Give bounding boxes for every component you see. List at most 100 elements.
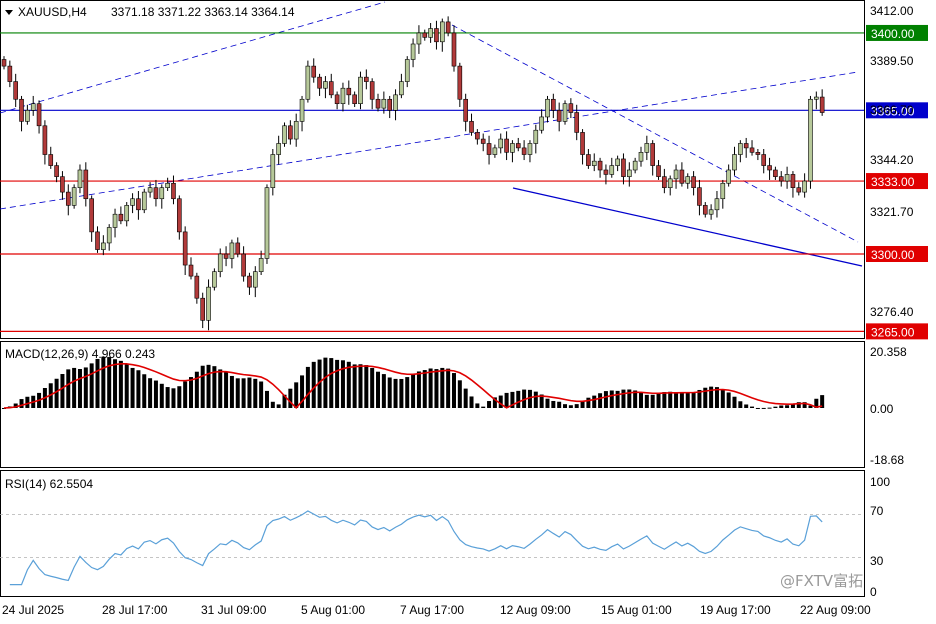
candle-body <box>574 112 580 133</box>
candle-body <box>101 242 106 250</box>
macd-bar <box>767 407 772 409</box>
candle-body <box>404 59 410 82</box>
level-label: 3400.00 <box>871 27 915 41</box>
dashed-trendline <box>451 24 859 243</box>
macd-bar <box>95 358 100 408</box>
candle-body <box>399 81 404 96</box>
candle-body <box>334 94 340 104</box>
macd-bar <box>750 406 755 408</box>
macd-bar <box>761 407 766 409</box>
macd-bar <box>305 366 310 408</box>
macd-bar <box>130 367 135 408</box>
candle-body <box>609 165 615 175</box>
macd-bar <box>323 357 328 408</box>
candle-body <box>773 169 778 177</box>
macd-bar <box>516 390 521 408</box>
candle-body <box>580 132 585 155</box>
candle-body <box>708 209 714 215</box>
macd-bar <box>393 378 398 408</box>
time-tick: 31 Jul 09:00 <box>201 603 267 617</box>
macd-bar <box>446 368 451 408</box>
macd-bar <box>662 392 667 408</box>
macd-bar <box>335 359 340 408</box>
horizontal-levels <box>0 32 864 332</box>
candle-body <box>89 198 94 233</box>
candle-body <box>346 87 352 96</box>
candle-body <box>118 213 124 222</box>
macd-bar <box>364 365 369 408</box>
macd-bar <box>165 387 170 408</box>
time-tick: 15 Aug 01:00 <box>601 603 672 617</box>
macd-bar <box>54 378 59 408</box>
candle-body <box>381 98 387 109</box>
macd-bar <box>563 404 568 408</box>
candle-body <box>475 132 480 140</box>
macd-bar <box>732 396 737 408</box>
macd-bar <box>118 360 123 408</box>
macd-bar <box>773 406 778 408</box>
macd-bar <box>498 395 503 408</box>
time-tick: 28 Jul 17:00 <box>102 603 168 617</box>
candle-body <box>662 176 667 188</box>
macd-bar <box>738 401 743 408</box>
candle-body <box>439 21 445 43</box>
macd-bar <box>294 382 299 408</box>
candle-body <box>545 98 550 118</box>
candle-body <box>83 169 89 200</box>
candle-body <box>340 87 346 104</box>
candle-body <box>124 205 130 222</box>
macd-bar <box>25 396 30 408</box>
candle-body <box>130 198 135 206</box>
price-chart[interactable]: 3400.003365.003333.003300.003265.00 XAUU… <box>0 0 936 624</box>
candle-body <box>54 165 59 177</box>
candle-body <box>726 169 731 184</box>
candle-body <box>147 187 153 193</box>
macd-bar <box>229 375 234 408</box>
macd-bar <box>434 369 439 408</box>
candle-body <box>749 147 755 153</box>
macd-bar <box>487 401 492 408</box>
candle-body <box>25 110 30 122</box>
macd-bar <box>113 359 118 408</box>
candle-body <box>177 198 182 233</box>
macd-bar <box>177 386 182 408</box>
candle-body <box>95 231 100 250</box>
macd-bar <box>235 378 240 408</box>
candle-body <box>457 65 463 100</box>
macd-bar <box>224 372 229 408</box>
price-tick: 3412.00 <box>870 4 914 18</box>
candle-body <box>738 143 743 155</box>
candle-body <box>369 81 375 100</box>
candle-body <box>691 176 696 188</box>
candle-body <box>317 76 322 89</box>
candle-body <box>527 143 533 155</box>
macd-bar <box>440 367 445 408</box>
macd-bar <box>206 364 211 408</box>
candle-body <box>714 198 720 211</box>
macd-bar <box>457 380 462 408</box>
candle-body <box>685 176 691 184</box>
rsi-indicator <box>0 510 864 586</box>
triangle-down-icon[interactable] <box>5 10 13 15</box>
macd-bar <box>615 390 620 408</box>
macd-bar <box>264 390 269 408</box>
candle-body <box>416 32 422 45</box>
macd-bar <box>586 397 591 408</box>
candle-body <box>603 169 609 175</box>
candle-body <box>504 138 509 153</box>
candle-body <box>282 125 287 144</box>
candle-body <box>13 81 18 100</box>
macd-bar <box>329 358 334 408</box>
macd-bar <box>370 368 375 408</box>
candle-body <box>597 160 603 171</box>
macd-bar <box>463 388 468 408</box>
candle-body <box>364 76 369 82</box>
macd-bar <box>142 374 147 408</box>
candle-body <box>188 264 194 277</box>
macd-bar <box>259 381 264 408</box>
macd-bar <box>755 407 760 409</box>
candle-body <box>136 198 141 211</box>
candle-body <box>106 227 112 244</box>
candle-body <box>697 187 702 206</box>
candle-body <box>229 242 235 259</box>
